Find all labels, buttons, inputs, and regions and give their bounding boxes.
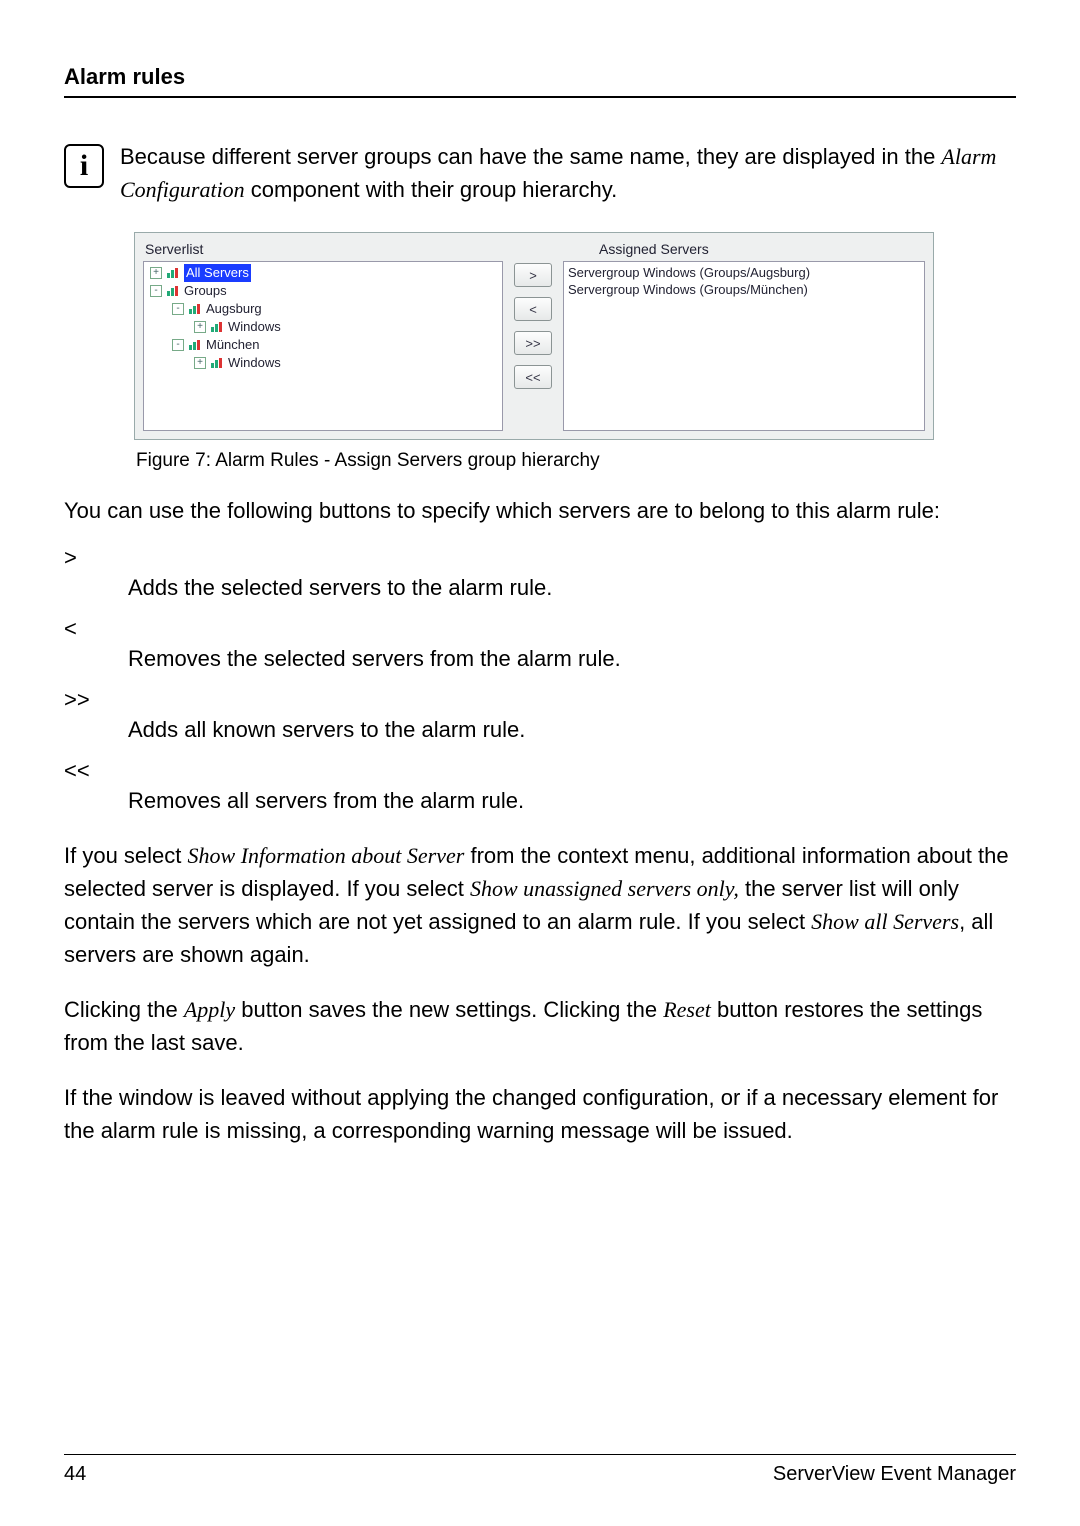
definition-term: > [64,545,1016,571]
assigned-label: Assigned Servers [503,241,925,257]
servergroup-icon [210,321,224,333]
definition-item: >>Adds all known servers to the alarm ru… [64,687,1016,746]
paragraph-warning: If the window is leaved without applying… [64,1081,1016,1147]
definition-item: <<Removes all servers from the alarm rul… [64,758,1016,817]
servergroup-icon [166,267,180,279]
remove-all-button[interactable]: << [514,365,552,389]
definition-desc: Removes all servers from the alarm rule. [64,784,1016,817]
paragraph-apply-reset: Clicking the Apply button saves the new … [64,993,1016,1059]
footer-rule [64,1454,1016,1455]
section-header: Alarm rules [64,64,1016,90]
paragraph-buttons-intro: You can use the following buttons to spe… [64,494,1016,527]
header-rule [64,96,1016,98]
definition-desc: Adds the selected servers to the alarm r… [64,571,1016,604]
remove-button[interactable]: < [514,297,552,321]
servergroup-icon [210,357,224,369]
move-buttons: > < >> << [511,261,555,431]
assigned-list[interactable]: Servergroup Windows (Groups/Augsburg)Ser… [563,261,925,431]
info-note: i Because different server groups can ha… [64,140,1016,206]
expand-icon[interactable]: + [194,321,206,333]
servergroup-icon [188,339,202,351]
info-icon: i [64,144,104,188]
server-tree[interactable]: +All Servers-Groups-Augsburg+Windows-Mün… [143,261,503,431]
tree-node-label: München [206,336,259,354]
tree-node-label: Augsburg [206,300,262,318]
product-name: ServerView Event Manager [773,1463,1016,1486]
add-button[interactable]: > [514,263,552,287]
definition-term: >> [64,687,1016,713]
tree-node-label: Groups [184,282,227,300]
serverlist-label: Serverlist [143,241,503,257]
tree-node[interactable]: + All Servers [144,264,502,282]
tree-node[interactable]: - Augsburg [144,300,502,318]
expand-icon[interactable]: + [150,267,162,279]
expand-icon[interactable]: + [194,357,206,369]
page-footer: 44 ServerView Event Manager [64,1454,1016,1486]
definition-item: >Adds the selected servers to the alarm … [64,545,1016,604]
servergroup-icon [166,285,180,297]
figure: Serverlist Assigned Servers + All Servers… [134,232,1016,440]
definition-term: << [64,758,1016,784]
button-definitions: >Adds the selected servers to the alarm … [64,545,1016,817]
definition-item: <Removes the selected servers from the a… [64,616,1016,675]
tree-node-label: All Servers [184,264,251,282]
info-text: Because different server groups can have… [120,140,1016,206]
assigned-item[interactable]: Servergroup Windows (Groups/München) [568,281,920,298]
add-all-button[interactable]: >> [514,331,552,355]
expand-icon[interactable]: - [172,339,184,351]
assigned-item[interactable]: Servergroup Windows (Groups/Augsburg) [568,264,920,281]
tree-node-label: Windows [228,354,281,372]
figure-caption: Figure 7: Alarm Rules - Assign Servers g… [136,450,1016,472]
section-title: Alarm rules [64,64,185,90]
tree-node[interactable]: + Windows [144,354,502,372]
definition-desc: Adds all known servers to the alarm rule… [64,713,1016,746]
page-number: 44 [64,1463,86,1486]
paragraph-context-menu: If you select Show Information about Ser… [64,839,1016,971]
expand-icon[interactable]: - [172,303,184,315]
servergroup-icon [188,303,202,315]
tree-node[interactable]: - Groups [144,282,502,300]
expand-icon[interactable]: - [150,285,162,297]
definition-desc: Removes the selected servers from the al… [64,642,1016,675]
tree-node[interactable]: - München [144,336,502,354]
definition-term: < [64,616,1016,642]
tree-node[interactable]: + Windows [144,318,502,336]
tree-node-label: Windows [228,318,281,336]
assign-servers-panel: Serverlist Assigned Servers + All Servers… [134,232,934,440]
